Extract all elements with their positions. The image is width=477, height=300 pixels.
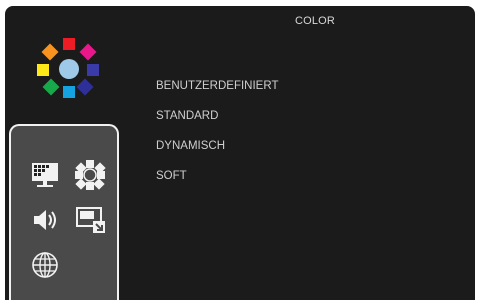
color-icon[interactable] <box>73 158 107 192</box>
color-mode-list: BENUTZERDEFINIERT STANDARD DYNAMISCH SOF… <box>156 78 278 198</box>
input-source-icon[interactable] <box>73 203 107 237</box>
osd-menu: COLOR BENUTZERDEFINIERT STANDARD DYNAMIS… <box>5 6 475 300</box>
menu-title: COLOR <box>294 15 336 27</box>
menu-item-dynamisch[interactable]: DYNAMISCH <box>156 138 278 168</box>
menu-item-standard[interactable]: STANDARD <box>156 108 278 138</box>
language-icon[interactable] <box>28 248 62 282</box>
audio-icon[interactable] <box>28 203 62 237</box>
picture-icon[interactable] <box>28 158 62 192</box>
menu-item-benutzerdefiniert[interactable]: BENUTZERDEFINIERT <box>156 78 278 108</box>
menu-item-soft[interactable]: SOFT <box>156 168 278 198</box>
color-logo-icon <box>33 36 103 100</box>
category-panel <box>9 124 119 300</box>
